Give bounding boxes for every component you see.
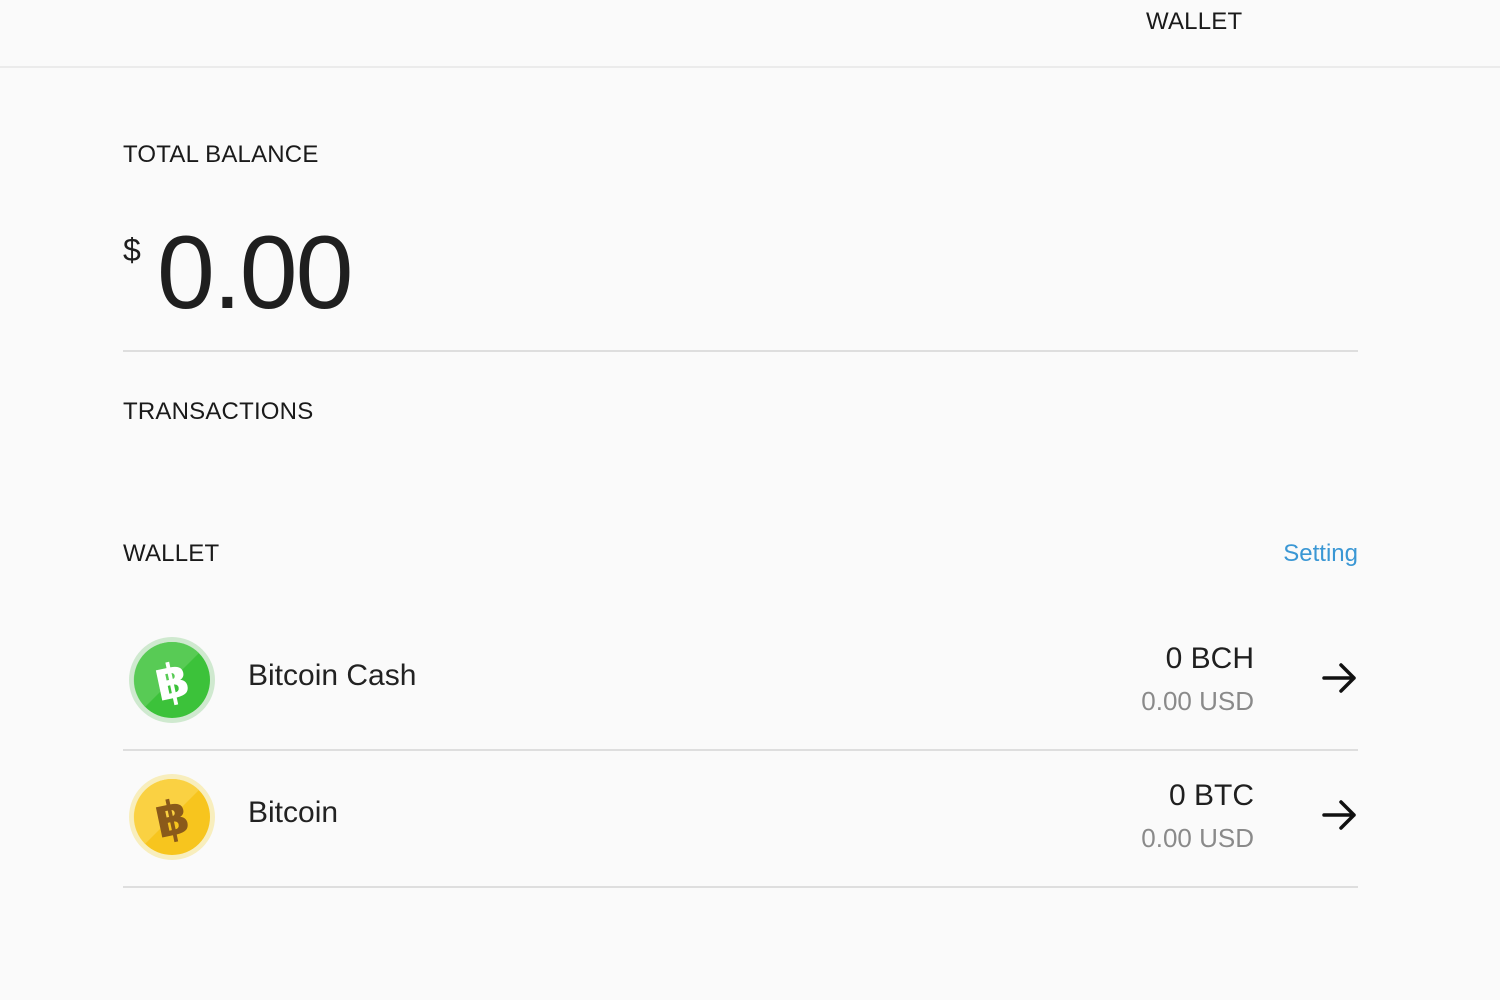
coin-amount: 0 BTC	[1168, 779, 1254, 812]
page-title: WALLET	[1146, 8, 1243, 35]
wallet-row-bitcoin[interactable]: ฿ Bitcoin 0 BTC 0.00 USD	[123, 751, 1358, 887]
wallet-section-label: WALLET	[123, 540, 220, 567]
wallet-row-divider	[123, 886, 1358, 888]
balance-divider	[123, 350, 1358, 352]
arrow-right-icon[interactable]	[1322, 797, 1358, 833]
coin-amount: 0 BCH	[1165, 642, 1254, 675]
total-balance-label: TOTAL BALANCE	[123, 141, 319, 168]
coin-usd-value: 0.00 USD	[1141, 686, 1254, 716]
coin-name: Bitcoin	[248, 796, 339, 829]
wallet-row-bitcoin-cash[interactable]: ฿ Bitcoin Cash 0 BCH 0.00 USD	[123, 614, 1358, 750]
coin-name: Bitcoin Cash	[248, 659, 417, 692]
setting-link[interactable]: Setting	[1283, 540, 1358, 568]
bitcoin-icon: ฿	[129, 774, 215, 860]
bitcoin-cash-icon: ฿	[129, 637, 215, 723]
currency-symbol: $	[123, 232, 141, 268]
arrow-right-icon[interactable]	[1322, 660, 1358, 696]
coin-usd-value: 0.00 USD	[1141, 823, 1254, 853]
top-bar: WALLET	[0, 0, 1500, 68]
balance-amount: 0.00	[157, 215, 353, 331]
transactions-label[interactable]: TRANSACTIONS	[123, 398, 313, 426]
